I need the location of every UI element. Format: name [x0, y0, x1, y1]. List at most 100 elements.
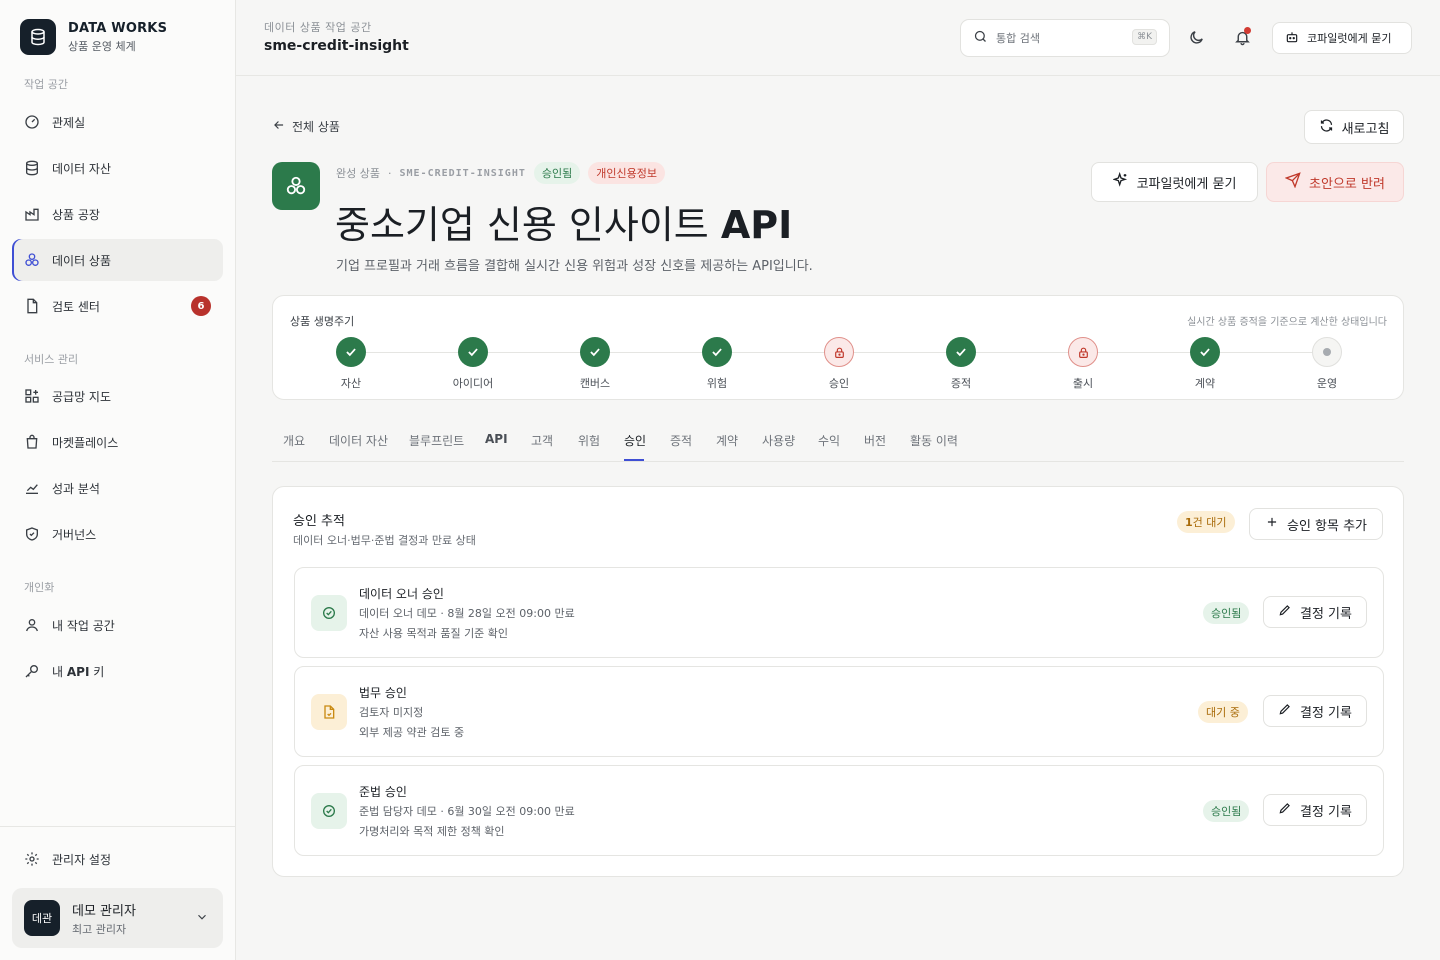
brand-subtitle: 상품 운영 체계	[68, 39, 136, 53]
refresh-button[interactable]: 새로고침	[1304, 110, 1404, 144]
tab-10[interactable]: 수익	[818, 432, 840, 449]
search-icon	[973, 29, 988, 48]
tab-6[interactable]: 승인	[624, 432, 646, 449]
lifecycle-step[interactable]: 위험	[667, 337, 767, 391]
lifecycle-step[interactable]: 아이디어	[423, 337, 523, 391]
sidebar-item-product-factory[interactable]: 상품 공장	[12, 193, 223, 235]
tab-2[interactable]: 블루프린트	[409, 432, 464, 449]
sidebar-item-label: 관리자 설정	[52, 852, 112, 867]
sidebar-item-data-products[interactable]: 데이터 상품	[12, 239, 223, 281]
approval-row-title: 준법 승인	[359, 785, 407, 799]
waiting-count-badge: 1건 대기	[1177, 511, 1235, 533]
check-icon	[336, 337, 366, 367]
sidebar-item-label: 데이터 자산	[52, 161, 112, 176]
bell-icon[interactable]	[1232, 27, 1252, 47]
lifecycle-step[interactable]: 출시	[1033, 337, 1133, 391]
nav-section-workspace: 작업 공간	[24, 78, 68, 91]
tab-9[interactable]: 사용량	[762, 432, 795, 449]
approval-status-badge: 승인됨	[1203, 602, 1250, 624]
lifecycle-step-label: 출시	[1072, 377, 1094, 390]
sidebar-item-review-center[interactable]: 검토 센터 6	[12, 285, 223, 327]
check-circle-icon	[311, 793, 347, 829]
notification-dot	[1244, 27, 1251, 34]
workspace-name: sme-credit-insight	[264, 38, 409, 54]
add-approval-button[interactable]: 승인 항목 추가	[1249, 508, 1383, 540]
document-icon	[24, 298, 40, 314]
sidebar-item-data-assets[interactable]: 데이터 자산	[12, 147, 223, 189]
sidebar-item-marketplace[interactable]: 마켓플레이스	[12, 421, 223, 463]
copilot-label: 코파일럿에게 묻기	[1136, 176, 1237, 192]
database-logo-icon	[20, 19, 56, 55]
sidebar-item-analytics[interactable]: 성과 분석	[12, 467, 223, 509]
sidebar-item-supply-map[interactable]: 공급망 지도	[12, 375, 223, 417]
tab-3[interactable]: API	[485, 432, 508, 446]
page-title: 중소기업 신용 인사이트 API	[335, 203, 793, 247]
robot-icon	[1285, 30, 1299, 47]
tab-1[interactable]: 데이터 자산	[329, 432, 388, 449]
sidebar-item-control-room[interactable]: 관제실	[12, 101, 223, 143]
tab-5[interactable]: 위험	[578, 432, 600, 449]
approval-tracking-card: 승인 추적 데이터 오너·법무·준법 결정과 만료 상태 1건 대기 승인 항목…	[272, 486, 1404, 877]
tab-8[interactable]: 계약	[716, 432, 738, 449]
sidebar-item-my-api-key[interactable]: 내 API 키	[12, 650, 223, 692]
moon-icon[interactable]	[1186, 27, 1206, 47]
tab-7[interactable]: 증적	[670, 432, 692, 449]
product-meta: 완성 상품 · SME-CREDIT-INSIGHT 승인됨 개인신용정보	[336, 162, 665, 184]
user-icon	[24, 617, 40, 633]
record-decision-button[interactable]: 결정 기록	[1263, 596, 1367, 628]
check-icon	[580, 337, 610, 367]
lifecycle-step[interactable]: 승인	[789, 337, 889, 391]
lifecycle-step[interactable]: 운영	[1277, 337, 1377, 391]
database-icon	[24, 160, 40, 176]
tab-4[interactable]: 고객	[531, 432, 553, 449]
active-tab-indicator	[624, 459, 644, 461]
gauge-icon	[24, 114, 40, 130]
tab-11[interactable]: 버전	[864, 432, 886, 449]
sidebar: DATA WORKS 상품 운영 체계 작업 공간 관제실 데이터 자산 상품 …	[0, 0, 236, 960]
product-kind: 완성 상품	[336, 167, 380, 180]
lifecycle-step[interactable]: 계약	[1155, 337, 1255, 391]
user-role: 최고 관리자	[72, 922, 127, 936]
nav-section-personal: 개인화	[24, 581, 55, 594]
approval-subtitle: 데이터 오너·법무·준법 결정과 만료 상태	[293, 534, 476, 547]
approval-row-meta: 준법 담당자 데모 · 6월 30일 오전 09:00 만료	[359, 805, 575, 818]
topbar-copilot-button[interactable]: 코파일럿에게 묻기	[1272, 22, 1412, 54]
lifecycle-step[interactable]: 자산	[301, 337, 401, 391]
review-count-badge: 6	[191, 296, 211, 316]
key-icon	[24, 663, 40, 679]
topbar-copilot-label: 코파일럿에게 묻기	[1307, 32, 1392, 45]
brand-title: DATA WORKS	[68, 20, 168, 36]
copilot-button[interactable]: 코파일럿에게 묻기	[1091, 162, 1258, 202]
approval-title: 승인 추적	[293, 514, 345, 529]
record-decision-label: 결정 기록	[1300, 606, 1352, 622]
approval-row-note: 가명처리와 목적 제한 정책 확인	[359, 825, 505, 838]
plus-icon	[1265, 515, 1279, 533]
sidebar-item-governance[interactable]: 거버넌스	[12, 513, 223, 555]
search-shortcut: ⌘K	[1132, 29, 1157, 45]
sensitivity-badge: 개인신용정보	[588, 162, 665, 184]
tab-12[interactable]: 활동 이력	[910, 432, 958, 449]
send-icon	[1284, 172, 1301, 192]
brand[interactable]: DATA WORKS 상품 운영 체계	[20, 19, 167, 55]
lifecycle-step[interactable]: 캔버스	[545, 337, 645, 391]
back-link-label: 전체 상품	[292, 120, 340, 134]
return-to-draft-button[interactable]: 초안으로 반려	[1266, 162, 1404, 202]
record-decision-button[interactable]: 결정 기록	[1263, 794, 1367, 826]
record-decision-button[interactable]: 결정 기록	[1263, 695, 1367, 727]
lifecycle-step-label: 계약	[1194, 377, 1216, 390]
sidebar-item-label: 내 API 키	[52, 664, 105, 679]
lifecycle-step[interactable]: 증적	[911, 337, 1011, 391]
back-to-products-link[interactable]: 전체 상품	[272, 118, 340, 135]
approval-row-title: 데이터 오너 승인	[359, 587, 444, 601]
sidebar-item-admin-settings[interactable]: 관리자 설정	[12, 838, 223, 880]
tab-0[interactable]: 개요	[283, 432, 305, 449]
chevron-down-icon	[195, 910, 209, 928]
workspace-label: 데이터 상품 작업 공간	[264, 21, 372, 34]
sparkle-icon	[1111, 171, 1129, 192]
search-input[interactable]: 통합 검색 ⌘K	[960, 19, 1170, 57]
avatar: 데관	[24, 900, 60, 936]
user-menu[interactable]: 데관 데모 관리자 최고 관리자	[12, 888, 223, 948]
sidebar-item-my-workspace[interactable]: 내 작업 공간	[12, 604, 223, 646]
return-to-draft-label: 초안으로 반려	[1309, 176, 1385, 192]
pencil-icon	[1278, 801, 1292, 819]
